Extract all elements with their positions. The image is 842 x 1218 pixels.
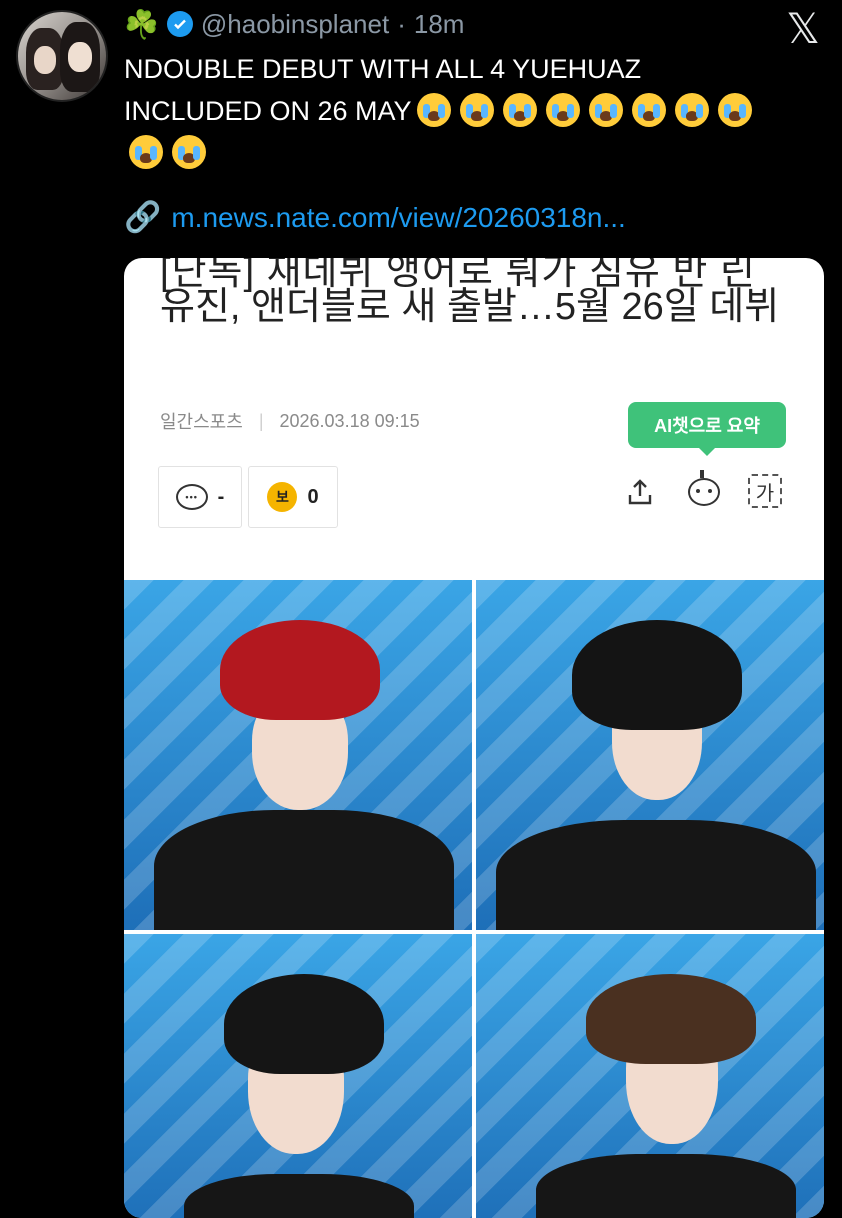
comment-count: -: [217, 485, 225, 508]
comment-button[interactable]: ••• -: [158, 466, 242, 528]
article-source[interactable]: 일간스포츠: [160, 408, 243, 434]
member-photo-2[interactable]: [476, 580, 824, 930]
article-date: 2026.03.18 09:15: [279, 410, 420, 431]
font-size-icon[interactable]: 가: [748, 474, 782, 508]
article-card[interactable]: [단독] 재데뷔 앵어로 뤄가 짐유 반 린 유진, 앤더블로 새 출발…5월 …: [124, 258, 824, 1218]
member-photo-3[interactable]: [124, 934, 472, 1218]
member-photo-4[interactable]: [476, 934, 824, 1218]
separator-dot: ·: [397, 8, 406, 39]
crying-face-emoji-icon: [717, 93, 752, 127]
crying-face-emoji-icon: [416, 93, 451, 127]
crying-face-emoji-icon: [545, 93, 580, 127]
meta-separator: |: [258, 410, 264, 431]
crying-face-emoji-icon: [674, 93, 709, 127]
crying-face-emoji-icon: [459, 93, 494, 127]
link-icon: 🔗: [124, 201, 162, 234]
reaction-count: 0: [307, 485, 319, 508]
article-photo-grid[interactable]: [124, 580, 824, 1218]
reaction-button[interactable]: 보 0: [248, 466, 338, 528]
tweet-text: NDOUBLE DEBUT WITH ALL 4 YUEHUAZ INCLUDE…: [124, 48, 804, 174]
member-photo-1[interactable]: [124, 580, 472, 930]
crying-face-emoji-icon: [129, 135, 163, 169]
ai-chat-summary-tooltip[interactable]: AI챗으로 요약: [628, 402, 786, 456]
verified-badge-icon: [166, 11, 193, 37]
coin-icon: 보: [267, 482, 298, 512]
timestamp[interactable]: 18m: [414, 9, 465, 40]
crying-face-emoji-icon: [172, 135, 206, 169]
article-meta: 일간스포츠 | 2026.03.18 09:15: [160, 408, 420, 434]
x-logo-icon[interactable]: 𝕏: [786, 4, 820, 53]
user-handle[interactable]: @haobinsplanet: [201, 9, 389, 40]
tweet-link[interactable]: 🔗 m.news.nate.com/view/20260318n...: [124, 200, 626, 235]
profile-avatar[interactable]: [16, 10, 108, 102]
tweet-text-line2: INCLUDED ON 26 MAY: [124, 96, 412, 126]
crying-face-emoji-icon: [502, 93, 537, 127]
crying-face-emoji-icon: [631, 93, 666, 127]
tweet-header: ☘️ @haobinsplanet · 18m: [124, 6, 464, 42]
article-headline[interactable]: 유진, 앤더블로 새 출발…5월 26일 데뷔: [160, 282, 800, 332]
comment-bubble-icon: •••: [175, 484, 208, 510]
crying-face-emoji-icon: [588, 93, 623, 127]
link-url[interactable]: m.news.nate.com/view/20260318n...: [171, 202, 625, 234]
ai-chat-robot-icon[interactable]: [686, 470, 722, 510]
tweet-text-line1: NDOUBLE DEBUT WITH ALL 4 YUEHUAZ: [124, 54, 642, 84]
share-icon[interactable]: [622, 474, 658, 510]
clover-emoji[interactable]: ☘️: [124, 8, 159, 41]
